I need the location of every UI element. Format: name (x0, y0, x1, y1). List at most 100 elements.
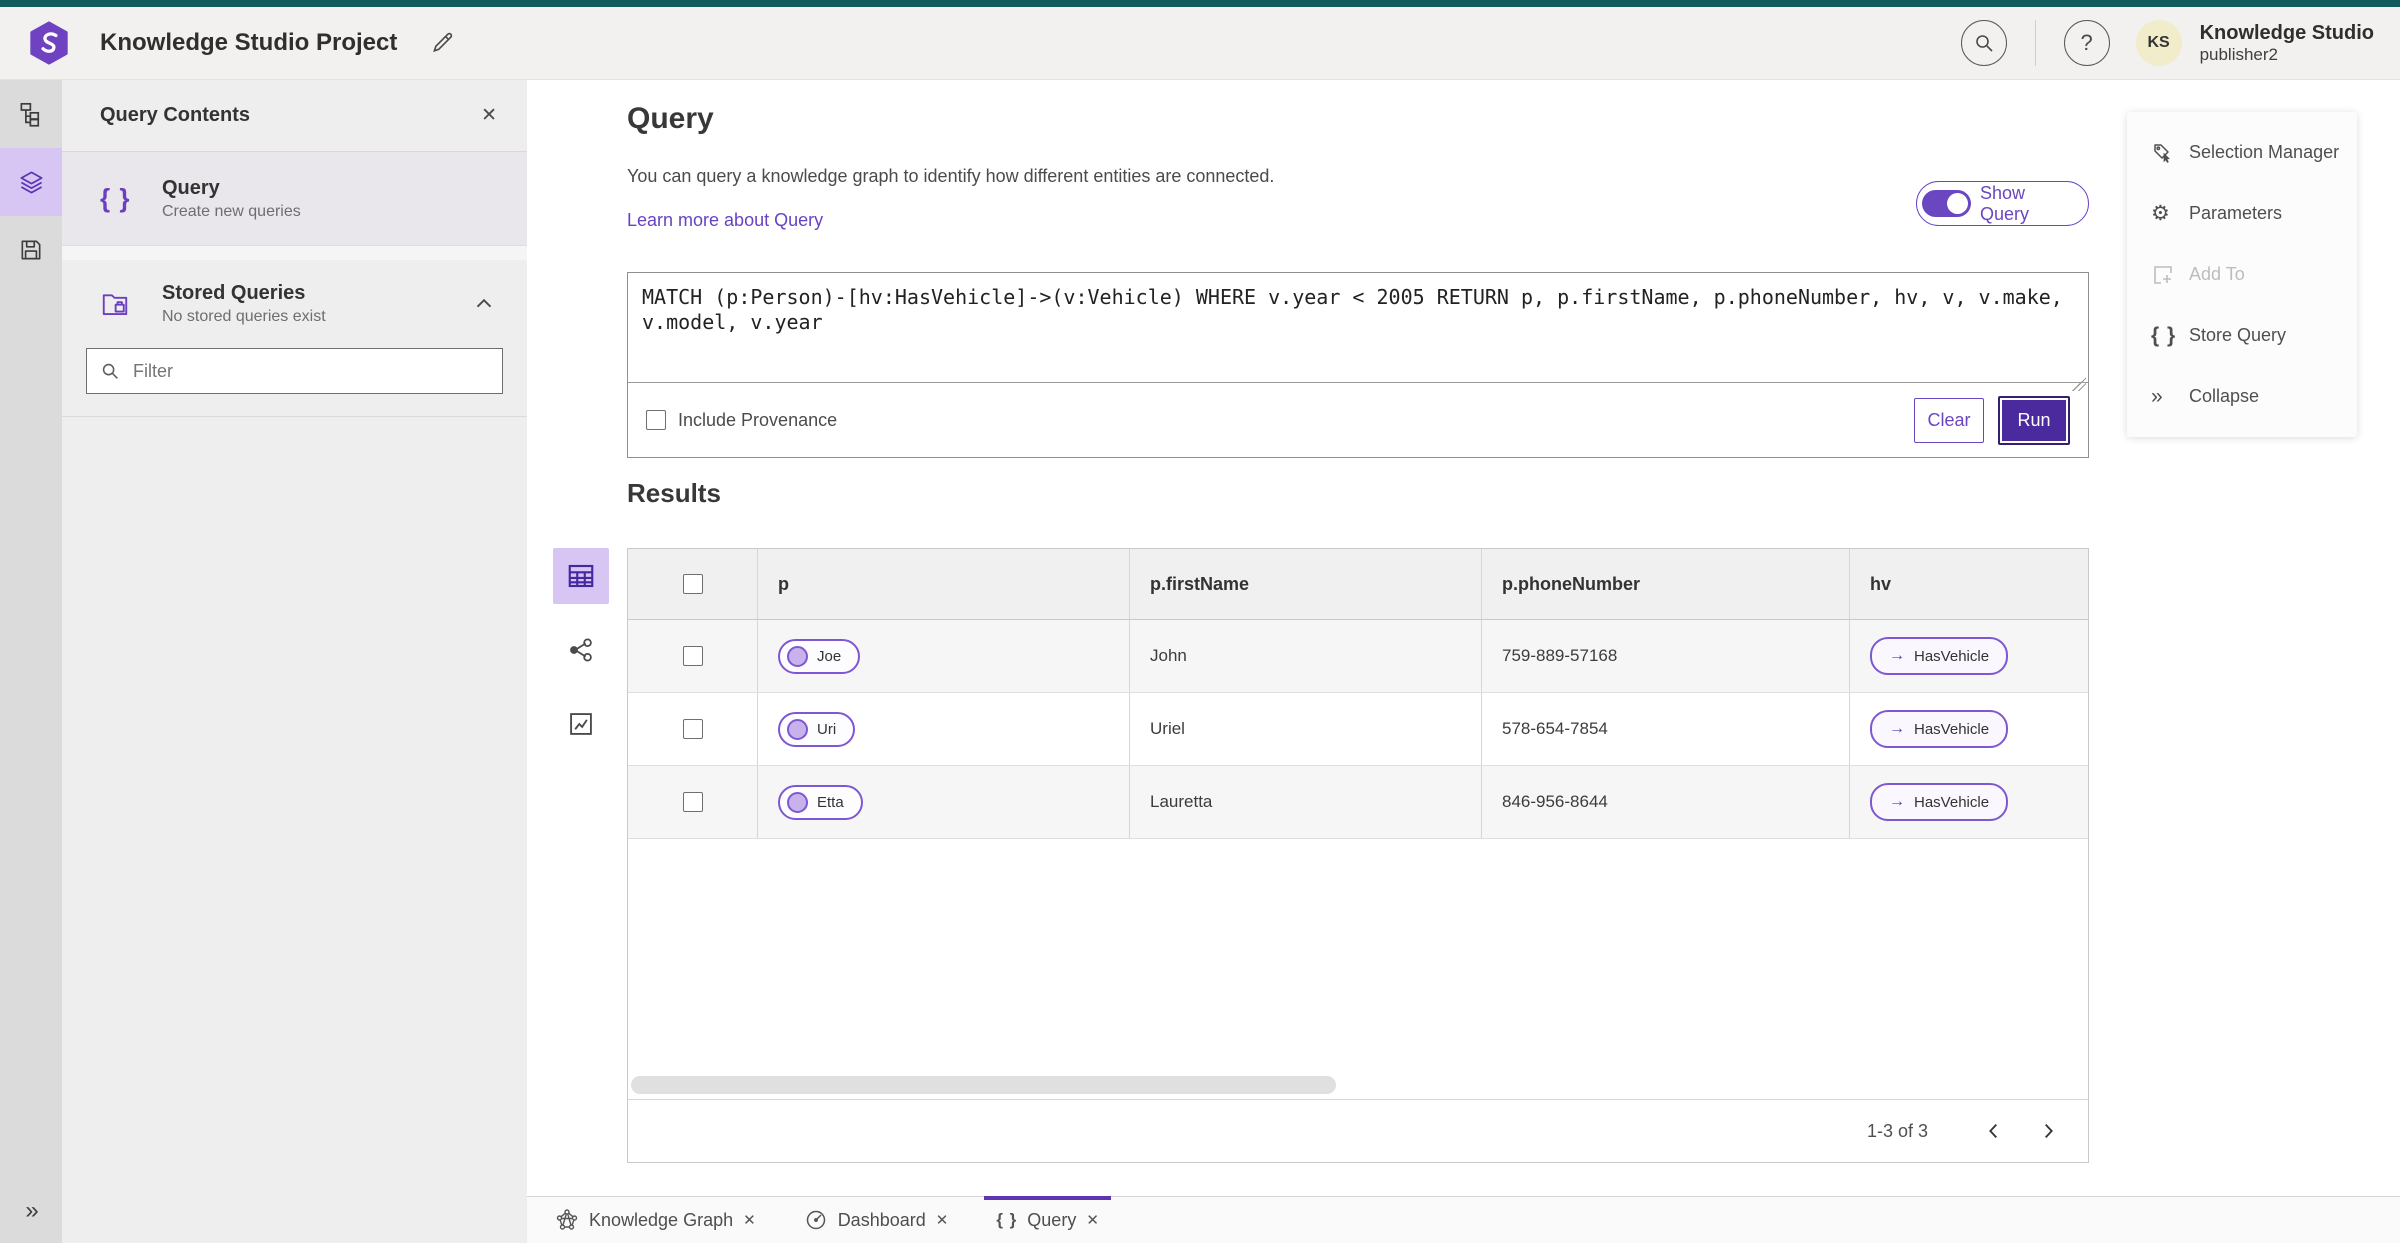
help-button[interactable]: ? (2063, 20, 2110, 66)
relationship-label: HasVehicle (1914, 647, 1990, 665)
resize-grip[interactable] (2072, 377, 2086, 391)
panel-close-button[interactable]: ✕ (481, 104, 497, 127)
collapse-section-button[interactable] (471, 291, 497, 317)
tab-query[interactable]: { } Query ✕ (984, 1196, 1111, 1243)
avatar-initials: KS (2147, 34, 2170, 51)
account-username: publisher2 (2199, 44, 2279, 64)
stored-queries-header[interactable]: Stored Queries No stored queries exist (62, 260, 527, 326)
chevron-up-icon (476, 298, 492, 308)
filter-input[interactable] (133, 360, 490, 382)
node-icon (787, 791, 808, 813)
previous-page-button[interactable] (1974, 1111, 2014, 1151)
add-to-icon (2151, 263, 2181, 287)
stored-queries-filter (86, 348, 503, 394)
row-checkbox[interactable] (682, 646, 703, 666)
horizontal-scrollbar[interactable] (631, 1076, 1336, 1094)
node-icon (787, 718, 808, 740)
edit-title-button[interactable] (425, 26, 459, 60)
tab-knowledge-graph[interactable]: Knowledge Graph ✕ (543, 1197, 768, 1243)
query-actions-menu: Selection Manager ⚙ Parameters Add To { … (2127, 112, 2357, 437)
relationship-pill[interactable]: → HasVehicle (1870, 637, 2009, 675)
show-query-toggle[interactable]: Show Query (1916, 181, 2089, 226)
header-checkbox-cell (628, 549, 758, 619)
app-bar: Knowledge Studio Project ? KS Knowledge … (0, 7, 2400, 80)
bottom-tab-bar: Knowledge Graph ✕ Dashboard ✕ { } Query … (527, 1196, 2400, 1243)
search-icon (102, 363, 118, 379)
menu-item-selection-manager[interactable]: Selection Manager (2127, 122, 2357, 183)
close-tab-button[interactable]: ✕ (936, 1211, 949, 1229)
panel-section-gap (62, 246, 527, 260)
account-name: Knowledge Studio (2199, 21, 2374, 44)
table-header-row: p p.firstName p.phoneNumber hv (628, 549, 2088, 620)
table-view-button[interactable] (553, 548, 609, 604)
column-header-p[interactable]: p (758, 549, 1130, 619)
graph-view-button[interactable] (553, 622, 609, 678)
row-checkbox[interactable] (682, 792, 703, 812)
rail-save-button[interactable] (0, 216, 62, 284)
rail-hierarchy-button[interactable] (0, 80, 62, 148)
stored-queries-texts: Stored Queries No stored queries exist (162, 282, 326, 326)
close-tab-button[interactable]: ✕ (1086, 1211, 1099, 1229)
selection-manager-icon (2151, 141, 2181, 165)
chart-view-button[interactable] (553, 696, 609, 752)
account-info: Knowledge Studio publisher2 (2200, 22, 2374, 65)
search-button[interactable] (1960, 20, 2007, 66)
page-description: You can query a knowledge graph to ident… (627, 166, 1275, 186)
row-checkbox[interactable] (682, 719, 703, 739)
next-page-button[interactable] (2028, 1111, 2068, 1151)
relationship-pill[interactable]: → HasVehicle (1870, 710, 2009, 748)
relationship-pill[interactable]: → HasVehicle (1870, 783, 2009, 821)
menu-item-label: Add To (2189, 264, 2245, 284)
query-input[interactable]: MATCH (p:Person)-[hv:HasVehicle]->(v:Veh… (628, 273, 2088, 383)
search-icon (1975, 35, 1993, 52)
app-logo-icon (26, 20, 72, 66)
results-view-switcher (552, 548, 610, 752)
table-row[interactable]: Etta Lauretta 846-956-8644 → HasVehicle (628, 766, 2088, 839)
tab-label: Knowledge Graph (589, 1209, 734, 1230)
relationship-label: HasVehicle (1914, 720, 1990, 738)
column-header-phonenumber[interactable]: p.phoneNumber (1482, 549, 1850, 619)
pagination-bar: 1-3 of 3 (628, 1099, 2088, 1162)
stored-queries-section: Stored Queries No stored queries exist (62, 260, 527, 417)
chevron-left-icon (1989, 1123, 1997, 1139)
menu-item-store-query[interactable]: { } Store Query (2127, 305, 2357, 366)
menu-item-label: Selection Manager (2189, 142, 2340, 162)
table-empty-space (628, 839, 2088, 1099)
entity-cell: Joe (758, 620, 1130, 692)
entity-pill[interactable]: Uri (778, 711, 856, 747)
results-table: p p.firstName p.phoneNumber hv Joe John … (627, 548, 2089, 1163)
node-icon (787, 645, 808, 667)
gear-icon: ⚙ (2151, 202, 2170, 225)
entity-pill[interactable]: Joe (778, 638, 861, 674)
menu-item-add-to: Add To (2127, 244, 2357, 305)
relationship-cell: → HasVehicle (1850, 766, 2090, 838)
tab-dashboard[interactable]: Dashboard ✕ (792, 1197, 961, 1243)
select-all-checkbox[interactable] (682, 574, 703, 594)
column-header-hv[interactable]: hv (1850, 549, 2090, 619)
tab-label: Dashboard (837, 1209, 926, 1230)
relationship-cell: → HasVehicle (1850, 693, 2090, 765)
menu-item-parameters[interactable]: ⚙ Parameters (2127, 183, 2357, 244)
menu-item-label: Parameters (2189, 203, 2283, 223)
panel-header: Query Contents ✕ (62, 80, 527, 152)
run-button[interactable]: Run (1998, 395, 2070, 445)
table-row[interactable]: Joe John 759-889-57168 → HasVehicle (628, 620, 2088, 693)
column-header-firstname[interactable]: p.firstName (1130, 549, 1482, 619)
layers-icon (19, 170, 43, 194)
pencil-icon (433, 32, 453, 53)
menu-item-collapse[interactable]: » Collapse (2127, 366, 2357, 427)
learn-more-link[interactable]: Learn more about Query (627, 210, 823, 231)
rail-query-button[interactable] (0, 148, 62, 216)
relationship-cell: → HasVehicle (1850, 620, 2090, 692)
panel-item-query[interactable]: { } Query Create new queries (62, 152, 527, 246)
avatar[interactable]: KS (2135, 20, 2182, 66)
table-row[interactable]: Uri Uriel 578-654-7854 → HasVehicle (628, 693, 2088, 766)
entity-pill[interactable]: Etta (778, 784, 863, 820)
graph-network-icon (556, 1209, 578, 1230)
clear-button[interactable]: Clear (1914, 397, 1984, 443)
rail-collapse-button[interactable]: » (0, 1189, 62, 1233)
close-tab-button[interactable]: ✕ (743, 1211, 756, 1229)
query-editor-footer: Include Provenance Clear Run (628, 383, 2088, 457)
include-provenance-checkbox[interactable] (646, 410, 666, 430)
close-icon: ✕ (1086, 1212, 1099, 1229)
